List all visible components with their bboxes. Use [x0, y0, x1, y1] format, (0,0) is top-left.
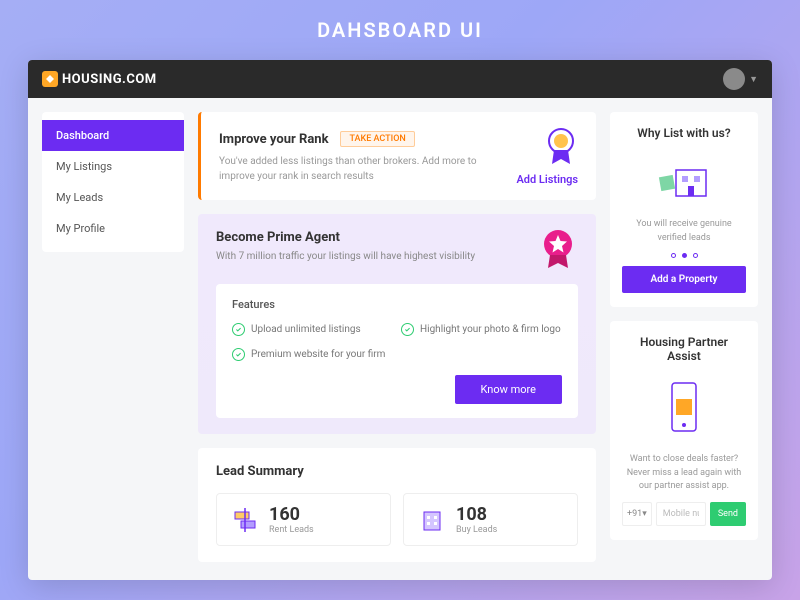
- partner-assist-card: Housing Partner Assist Want to close dea…: [610, 321, 758, 540]
- brand-icon: [42, 71, 58, 87]
- right-sidebar: Why List with us? You will receive genui…: [610, 112, 758, 566]
- rent-leads-box[interactable]: 160Rent Leads: [216, 493, 391, 546]
- house-illustration: [654, 156, 714, 200]
- feature-item: Highlight your photo & firm logo: [401, 323, 562, 336]
- feature-item: Premium website for your firm: [232, 348, 393, 361]
- rank-text: You've added less listings than other br…: [219, 154, 499, 184]
- send-button[interactable]: Send: [710, 502, 746, 526]
- medal-icon: [544, 126, 578, 168]
- sidebar-item-listings[interactable]: My Listings: [42, 151, 184, 182]
- partner-title: Housing Partner Assist: [622, 335, 746, 363]
- lead-summary-card: Lead Summary 160Rent Leads 108Buy Leads: [198, 448, 596, 562]
- prime-title: Become Prime Agent: [216, 230, 578, 245]
- why-list-title: Why List with us?: [622, 126, 746, 140]
- star-badge-icon: [540, 228, 576, 272]
- add-listings-link[interactable]: Add Listings: [516, 173, 578, 186]
- check-icon: [232, 323, 245, 336]
- chevron-down-icon: ▼: [749, 74, 758, 85]
- buy-leads-box[interactable]: 108Buy Leads: [403, 493, 578, 546]
- sidebar-item-profile[interactable]: My Profile: [42, 213, 184, 244]
- buy-leads-count: 108: [456, 504, 497, 525]
- take-action-badge: TAKE ACTION: [340, 131, 414, 147]
- rank-card: Improve your Rank TAKE ACTION You've add…: [198, 112, 596, 200]
- sidebar-item-leads[interactable]: My Leads: [42, 182, 184, 213]
- features-box: Features Upload unlimited listings Highl…: [216, 284, 578, 418]
- rent-leads-label: Rent Leads: [269, 525, 314, 535]
- avatar: [723, 68, 745, 90]
- features-title: Features: [232, 298, 562, 311]
- main-content: Improve your Rank TAKE ACTION You've add…: [198, 112, 596, 566]
- page-title: DAHSBOARD UI: [0, 0, 800, 60]
- user-menu[interactable]: ▼: [723, 68, 758, 90]
- mobile-input[interactable]: [656, 502, 706, 526]
- prime-agent-card: Become Prime Agent With 7 million traffi…: [198, 214, 596, 434]
- sidebar: Dashboard My Listings My Leads My Profil…: [42, 112, 184, 252]
- lead-summary-title: Lead Summary: [216, 464, 578, 479]
- rank-title: Improve your Rank: [219, 132, 329, 147]
- country-code[interactable]: +91 ▾: [622, 502, 652, 526]
- check-icon: [232, 348, 245, 361]
- brand-logo[interactable]: HOUSING.COM: [42, 71, 157, 87]
- rent-leads-count: 160: [269, 504, 314, 525]
- feature-item: Upload unlimited listings: [232, 323, 393, 336]
- app-window: HOUSING.COM ▼ Dashboard My Listings My L…: [28, 60, 772, 580]
- carousel-dots[interactable]: [622, 253, 746, 258]
- sidebar-item-dashboard[interactable]: Dashboard: [42, 120, 184, 151]
- prime-subtitle: With 7 million traffic your listings wil…: [216, 251, 578, 262]
- signpost-icon: [231, 506, 259, 534]
- phone-illustration: [664, 379, 704, 435]
- building-icon: [418, 506, 446, 534]
- buy-leads-label: Buy Leads: [456, 525, 497, 535]
- check-icon: [401, 323, 414, 336]
- brand-text: HOUSING.COM: [62, 72, 157, 87]
- add-property-button[interactable]: Add a Property: [622, 266, 746, 293]
- why-list-card: Why List with us? You will receive genui…: [610, 112, 758, 307]
- topbar: HOUSING.COM ▼: [28, 60, 772, 98]
- know-more-button[interactable]: Know more: [455, 375, 563, 404]
- why-list-text: You will receive genuine verified leads: [622, 218, 746, 245]
- partner-text: Want to close deals faster? Never miss a…: [622, 453, 746, 494]
